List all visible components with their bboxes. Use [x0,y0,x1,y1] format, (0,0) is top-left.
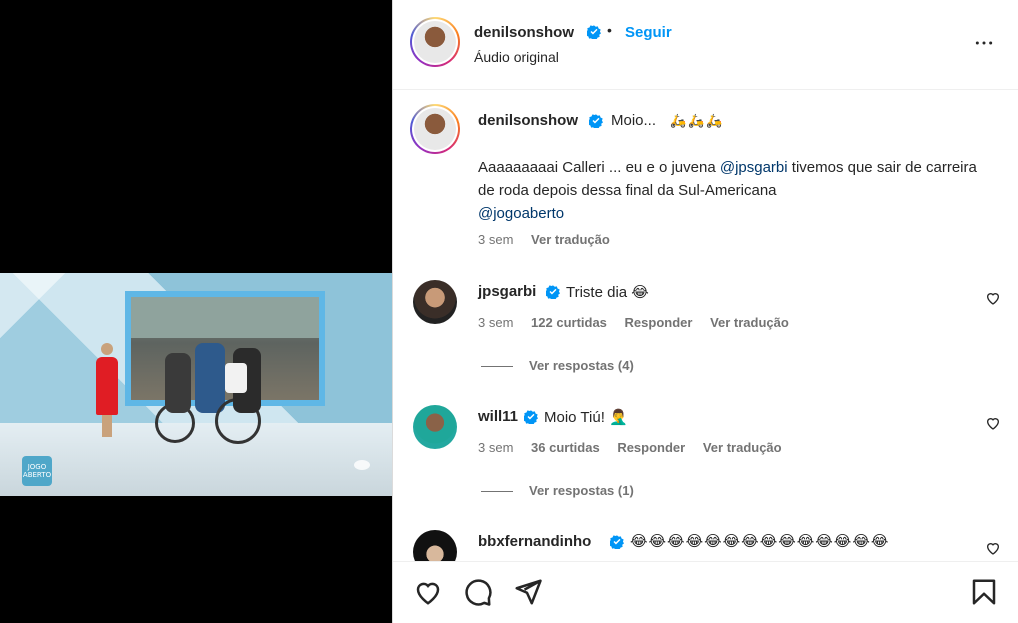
media-pane: JOGO ABERTO [0,0,392,623]
verified-badge-icon [589,114,603,128]
comment-username[interactable]: jpsgarbi [478,283,536,300]
heart-icon[interactable] [985,415,1001,431]
comment-icon[interactable] [463,577,493,607]
post-video[interactable]: JOGO ABERTO [0,273,392,496]
likes-count[interactable]: 36 curtidas [531,440,600,455]
view-replies-button[interactable]: Ver respostas (4) [481,358,634,373]
caption-meta: 3 sem Ver tradução [478,232,610,247]
verified-badge-icon [587,25,601,39]
heart-icon[interactable] [985,290,1001,306]
caption-text: Aaaaaaaaai Calleri ... eu e o juvena [478,159,720,176]
verified-badge-icon [524,410,538,424]
comment-item: will11 Moio Tiú! 🤦‍♂️ 3 sem 36 curtidas … [393,400,1018,470]
caption-body: Aaaaaaaaai Calleri ... eu e o juvena @jp… [478,156,978,225]
translate-link[interactable]: Ver tradução [710,315,789,330]
share-icon[interactable] [513,577,543,607]
avatar[interactable] [413,280,457,324]
caption-short-text: Moio... [611,112,657,129]
verified-badge-icon [610,535,624,549]
bookmark-icon[interactable] [969,577,999,607]
caption-emoji: 🛵🛵🛵 [670,113,725,128]
timestamp[interactable]: 3 sem [478,232,513,247]
translate-link[interactable]: Ver tradução [531,232,610,247]
avatar[interactable] [413,405,457,449]
view-replies-button[interactable]: Ver respostas (1) [481,483,634,498]
follow-button[interactable]: Seguir [625,24,672,41]
comment-username[interactable]: will11 [478,408,518,425]
comment-text: Moio Tiú! 🤦‍♂️ [544,409,628,426]
presenter-figure [92,343,122,438]
heart-icon[interactable] [413,577,443,607]
more-options-icon[interactable] [973,33,995,53]
reply-button[interactable]: Responder [617,440,685,455]
likes-count[interactable]: 122 curtidas [531,315,607,330]
avatar[interactable] [410,104,460,154]
comment-meta: 3 sem 122 curtidas Responder Ver traduçã… [478,315,789,330]
timestamp[interactable]: 3 sem [478,440,513,455]
show-logo: JOGO ABERTO [22,456,52,486]
action-bar [393,561,1018,623]
heart-icon[interactable] [985,540,1001,556]
comment-meta: 3 sem 36 curtidas Responder Ver tradução [478,440,782,455]
avatar[interactable] [410,17,460,67]
post-header: denilsonshow • Seguir Áudio original [393,0,1018,90]
translate-link[interactable]: Ver tradução [703,440,782,455]
verified-badge-icon [546,285,560,299]
reply-button[interactable]: Responder [625,315,693,330]
caption-username[interactable]: denilsonshow [478,112,578,129]
mention-link[interactable]: @jogoaberto [478,205,564,222]
comment-username[interactable]: bbxfernandinho [478,533,591,550]
comment-text: Triste dia 😂 [566,284,649,301]
comment-item: jpsgarbi Triste dia 😂 3 sem 122 curtidas… [393,275,1018,345]
wheelchair-group-figure [155,333,275,444]
mention-link[interactable]: @jpsgarbi [720,159,788,176]
audio-label[interactable]: Áudio original [474,49,559,65]
timestamp[interactable]: 3 sem [478,315,513,330]
avatar[interactable] [413,530,457,561]
comment-item: bbxfernandinho 😂😂😂😂😂😂😂😂😂😂😂😂😂😂 [393,525,1018,561]
comment-text: 😂😂😂😂😂😂😂😂😂😂😂😂😂😂 [630,533,890,550]
channel-watermark [354,460,370,470]
post-username[interactable]: denilsonshow [474,24,574,41]
separator-dot: • [607,22,612,38]
post-panel: denilsonshow • Seguir Áudio original den… [392,0,1018,623]
